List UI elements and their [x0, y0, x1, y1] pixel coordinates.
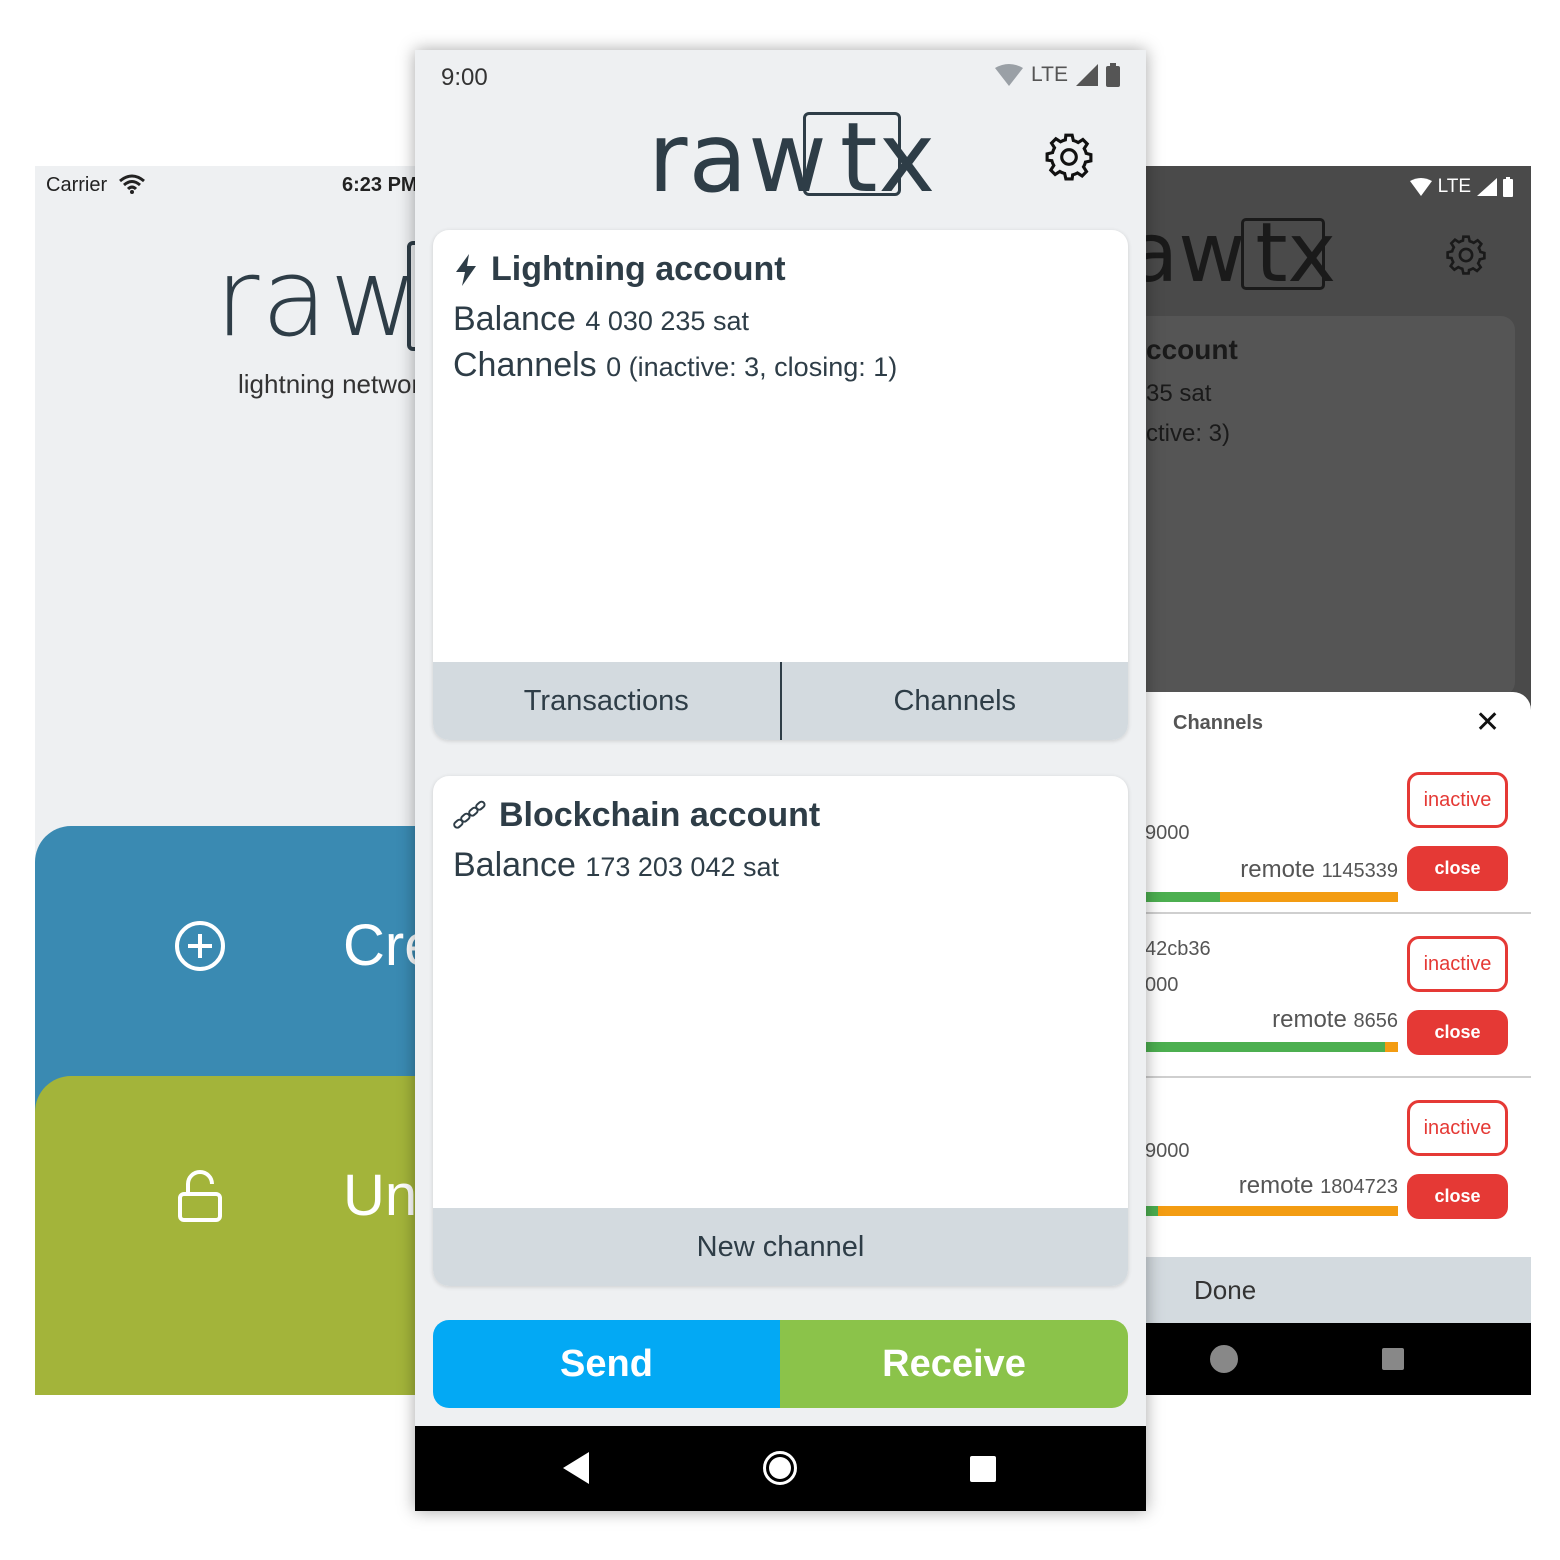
navigation-bar: [415, 1426, 1146, 1511]
channel-remote: remote 1145339: [1240, 856, 1398, 884]
sheet-title: Channels: [1173, 712, 1264, 734]
channel-item: 9000 remote 1804723 inactive close: [1140, 1078, 1531, 1242]
card-title: ccount: [1146, 334, 1238, 365]
signal-icon: [1076, 64, 1098, 86]
signal-icon: [1477, 178, 1497, 196]
settings-gear-icon[interactable]: [1044, 132, 1094, 182]
close-channel-button[interactable]: close: [1407, 1010, 1508, 1055]
inactive-button[interactable]: inactive: [1407, 936, 1508, 992]
status-clock: 9:00: [441, 64, 488, 91]
lightning-bolt-icon: [456, 253, 476, 286]
send-receive-bar: Send Receive: [433, 1320, 1128, 1408]
channel-item: 42cb36 000 remote 8656 inactive close: [1140, 914, 1531, 1078]
channel-amount: 000: [1145, 974, 1179, 996]
ios-clock: 6:23 PM: [342, 174, 418, 196]
network-label: LTE: [1031, 63, 1068, 86]
blockchain-card-title: Blockchain account: [453, 796, 820, 835]
lightning-title-text: Lightning account: [491, 250, 786, 288]
inactive-button[interactable]: inactive: [1407, 772, 1508, 828]
lightning-card-title: Lightning account: [453, 250, 786, 289]
close-channel-button[interactable]: close: [1407, 846, 1508, 891]
inactive-button[interactable]: inactive: [1407, 1100, 1508, 1156]
navigation-bar: [1140, 1323, 1531, 1395]
lightning-balance-row: Balance 4 030 235 sat: [453, 300, 749, 339]
send-button[interactable]: Send: [433, 1320, 780, 1408]
remote-value: 1804723: [1320, 1176, 1398, 1198]
app-logo-box: [1241, 218, 1325, 290]
home-icon[interactable]: [1210, 1345, 1238, 1373]
channel-remote: remote 8656: [1272, 1006, 1398, 1034]
done-label: Done: [1194, 1275, 1257, 1305]
channel-balance-bar: [1140, 1042, 1398, 1052]
close-channel-button[interactable]: close: [1407, 1174, 1508, 1219]
remote-label: remote: [1272, 1006, 1347, 1033]
channels-sheet: Channels ✕ 9000 remote 1145339 inactive …: [1140, 692, 1531, 1322]
channel-id: 42cb36: [1145, 938, 1211, 960]
lightning-account-card: Lightning account Balance 4 030 235 sat …: [433, 230, 1128, 740]
carrier-label: Carrier: [46, 174, 108, 196]
logo-text: aw: [1140, 206, 1246, 301]
chain-link-icon: [453, 800, 486, 829]
android-phone-screen: 9:00 LTE raw tx Lightning account Balance…: [415, 50, 1146, 1511]
lightning-channels-value: 0 (inactive: 3, closing: 1): [606, 352, 898, 382]
card-channels: ctive: 3): [1146, 420, 1231, 447]
lightning-card-footer: Transactions Channels: [433, 662, 1128, 740]
remote-value: 8656: [1353, 1010, 1399, 1032]
settings-gear-icon[interactable]: [1445, 234, 1487, 276]
receive-button[interactable]: Receive: [780, 1320, 1128, 1408]
blockchain-title-text: Blockchain account: [499, 796, 821, 834]
channel-balance-bar: [1140, 1206, 1398, 1216]
ios-status-bar: Carrier 6:23 PM: [35, 166, 435, 206]
blockchain-balance-row: Balance 173 203 042 sat: [453, 846, 779, 885]
lightning-channels-row: Channels 0 (inactive: 3, closing: 1): [453, 346, 897, 385]
status-bar: 9:00 LTE: [415, 50, 1146, 102]
remote-label: remote: [1238, 1172, 1314, 1199]
wifi-icon: [1409, 178, 1432, 196]
lightning-balance-value: 4 030 235 sat: [585, 306, 749, 336]
app-logo-box: [803, 112, 901, 196]
logo-text: raw: [648, 102, 828, 214]
channels-button[interactable]: Channels: [779, 662, 1129, 740]
blockchain-account-card: Blockchain account Balance 173 203 042 s…: [433, 776, 1128, 1286]
lightning-account-card-dimmed: [1140, 316, 1515, 696]
balance-label: Balance: [453, 300, 576, 338]
channel-amount: 9000: [1145, 1140, 1190, 1162]
done-button[interactable]: Done: [1140, 1257, 1531, 1323]
balance-label: Balance: [453, 846, 576, 884]
transactions-button[interactable]: Transactions: [433, 662, 780, 740]
channel-remote: remote 1804723: [1239, 1172, 1398, 1200]
status-bar: LTE: [1409, 176, 1513, 198]
unlock-icon: [178, 1170, 222, 1222]
channel-item: 9000 remote 1145339 inactive close: [1140, 750, 1531, 914]
wifi-icon: [995, 64, 1024, 86]
channel-amount: 9000: [1145, 822, 1190, 844]
close-icon[interactable]: ✕: [1475, 708, 1500, 738]
android-dark-phone-screen: LTE aw tx ccount 35 sat ctive: 3) Channel…: [1140, 166, 1531, 1395]
plus-circle-icon: [175, 921, 225, 971]
recents-icon[interactable]: [1382, 1348, 1404, 1370]
home-icon[interactable]: [763, 1451, 797, 1485]
wifi-icon: [119, 174, 145, 194]
back-icon[interactable]: [563, 1452, 589, 1484]
blockchain-card-footer: New channel: [433, 1208, 1128, 1286]
app-tagline: lightning network: [238, 369, 434, 399]
channels-label: Channels: [453, 346, 597, 384]
card-balance: 35 sat: [1146, 380, 1212, 407]
recents-icon[interactable]: [970, 1456, 996, 1482]
status-icons: LTE: [995, 63, 1120, 87]
channel-balance-bar: [1140, 892, 1398, 902]
local-balance-fill: [1140, 1042, 1386, 1052]
remote-label: remote: [1240, 856, 1315, 883]
local-balance-fill: [1140, 892, 1220, 902]
network-label: LTE: [1437, 176, 1471, 197]
ios-phone-screen: Carrier 6:23 PM raw lightning network Cr…: [35, 166, 435, 1395]
blockchain-balance-value: 173 203 042 sat: [585, 852, 779, 882]
battery-icon: [1106, 63, 1120, 87]
battery-icon: [1503, 177, 1513, 197]
app-logo: raw: [215, 236, 420, 361]
remote-value: 1145339: [1321, 860, 1398, 882]
unlock-wallet-button[interactable]: Unlock: [35, 1076, 435, 1395]
new-channel-button[interactable]: New channel: [433, 1208, 1128, 1286]
